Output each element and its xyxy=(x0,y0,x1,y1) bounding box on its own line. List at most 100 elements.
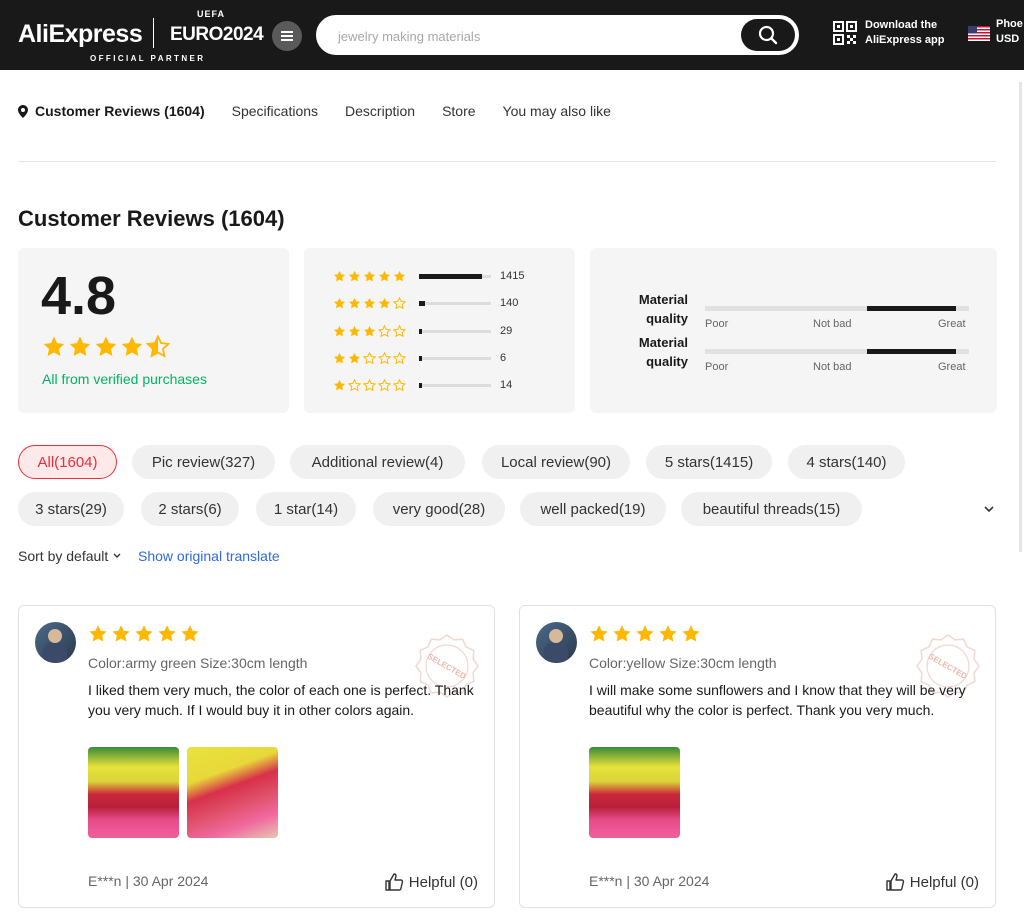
star-icon xyxy=(333,325,346,336)
review-text: I will make some sunflowers and I know t… xyxy=(589,682,966,718)
row-stars xyxy=(333,378,413,392)
quality-tick-label: Great xyxy=(938,361,966,373)
review-photo[interactable] xyxy=(187,747,278,838)
menu-button[interactable] xyxy=(272,21,302,51)
filter-chip[interactable]: 5 stars(1415) xyxy=(646,445,772,479)
star-outline-icon xyxy=(363,378,376,391)
star-icon xyxy=(112,625,130,642)
review-photo[interactable] xyxy=(589,747,680,838)
star-icon xyxy=(613,625,631,642)
helpful-button[interactable]: Helpful (0) xyxy=(384,872,478,892)
star-icon xyxy=(682,625,700,642)
row-stars xyxy=(333,296,413,310)
nav-tab-you-may-also-like[interactable]: You may also like xyxy=(503,103,611,119)
location-pin-icon xyxy=(18,104,28,118)
filter-chip[interactable]: Pic review(327) xyxy=(132,445,275,479)
page-scrollbar[interactable] xyxy=(1019,82,1022,552)
distribution-count: 29 xyxy=(500,325,513,337)
star-outline-icon xyxy=(378,324,391,337)
download-app-line1: Download the xyxy=(865,19,938,31)
filter-chip[interactable]: 2 stars(6) xyxy=(141,492,239,526)
quality-tick-label: Not bad xyxy=(813,361,852,373)
filter-chip[interactable]: 3 stars(29) xyxy=(18,492,124,526)
filter-chip[interactable]: well packed(19) xyxy=(520,492,666,526)
star-icon xyxy=(121,336,143,356)
review-variant: Color:yellow Size:30cm length xyxy=(589,655,777,671)
star-icon xyxy=(636,625,654,642)
search-button[interactable] xyxy=(741,19,795,51)
reviews-section-title: Customer Reviews (1604) xyxy=(18,206,285,231)
filter-chip[interactable]: very good(28) xyxy=(373,492,505,526)
row-stars xyxy=(333,351,413,365)
review-author-date: E***n | 30 Apr 2024 xyxy=(589,873,710,889)
us-flag-icon[interactable] xyxy=(968,26,990,41)
overall-rating-box: 4.8 All from verified purchases xyxy=(18,248,289,413)
nav-divider xyxy=(18,161,996,162)
rating-distribution-box: 1415 140 29 6 14 xyxy=(304,248,575,413)
filter-chip[interactable]: Additional review(4) xyxy=(290,445,465,479)
distribution-bar-fill xyxy=(419,382,422,388)
helpful-button[interactable]: Helpful (0) xyxy=(885,872,979,892)
review-variant: Color:army green Size:30cm length xyxy=(88,655,308,671)
filter-chip[interactable]: All(1604) xyxy=(18,445,117,479)
star-icon xyxy=(590,625,608,642)
review-photo[interactable] xyxy=(88,747,179,838)
star-icon xyxy=(348,352,361,363)
distribution-bar-fill xyxy=(419,273,482,279)
rating-distribution-row: 6 xyxy=(333,351,506,365)
sort-dropdown[interactable]: Sort by default xyxy=(18,548,122,564)
download-app-line2: AliExpress app xyxy=(865,34,945,46)
search-input[interactable] xyxy=(338,26,728,46)
rating-distribution-row: 140 xyxy=(333,296,518,310)
star-outline-icon xyxy=(393,324,406,337)
helpful-label: Helpful (0) xyxy=(408,873,478,891)
uefa-mark: UEFA xyxy=(197,9,226,19)
currency-label: USD xyxy=(996,33,1020,45)
star-icon xyxy=(333,297,346,308)
qr-code-icon[interactable] xyxy=(833,21,857,45)
distribution-bar xyxy=(419,355,491,361)
star-icon xyxy=(363,270,376,281)
product-nav: Customer Reviews (1604) Specifications D… xyxy=(18,100,638,122)
official-partner-label: OFFICIAL PARTNER xyxy=(90,54,206,63)
thumbs-up-icon xyxy=(886,873,904,891)
nav-tab-specifications[interactable]: Specifications xyxy=(232,103,318,119)
euro2024-logo: EURO2024 xyxy=(170,24,264,45)
search-bar xyxy=(316,15,799,55)
nav-tab-store[interactable]: Store xyxy=(442,103,475,119)
avatar xyxy=(35,622,76,663)
filter-chip[interactable]: 4 stars(140) xyxy=(788,445,905,479)
show-original-translate-link[interactable]: Show original translate xyxy=(138,548,280,564)
download-app-link[interactable]: Download the AliExpress app xyxy=(865,18,944,48)
quality-label: Material quality xyxy=(638,292,688,326)
nav-tab-description[interactable]: Description xyxy=(345,103,415,119)
star-icon xyxy=(348,325,361,336)
average-rating-stars xyxy=(42,335,172,359)
row-stars xyxy=(333,324,413,338)
row-stars xyxy=(333,270,413,283)
filter-chip[interactable]: 1 star(14) xyxy=(256,492,356,526)
nav-tab-customer-reviews[interactable]: Customer Reviews (1604) xyxy=(18,103,205,119)
quality-label: Material quality xyxy=(638,335,688,369)
star-outline-icon xyxy=(393,378,406,391)
locale-selector[interactable]: Phoe USD xyxy=(996,17,1023,47)
distribution-bar xyxy=(419,273,491,279)
distribution-count: 140 xyxy=(500,297,519,309)
quality-tick-label: Poor xyxy=(705,361,729,373)
chevron-down-icon[interactable] xyxy=(982,502,996,516)
filter-chip[interactable]: beautiful threads(15) xyxy=(681,492,862,526)
logo-divider xyxy=(153,18,154,48)
star-icon xyxy=(333,352,346,363)
filter-chip[interactable]: Local review(90) xyxy=(482,445,630,479)
review-stars xyxy=(88,624,203,644)
star-icon xyxy=(378,297,391,308)
review-card: SELECTED Color:army green Size:30cm lengt… xyxy=(18,605,495,908)
aliexpress-logo[interactable]: AliExpress xyxy=(18,20,143,49)
distribution-count: 14 xyxy=(500,379,513,391)
star-icon xyxy=(659,625,677,642)
chevron-down-icon xyxy=(113,553,121,558)
star-outline-icon xyxy=(378,351,391,364)
star-icon xyxy=(363,297,376,308)
star-icon xyxy=(95,336,117,356)
star-outline-icon xyxy=(348,378,361,391)
